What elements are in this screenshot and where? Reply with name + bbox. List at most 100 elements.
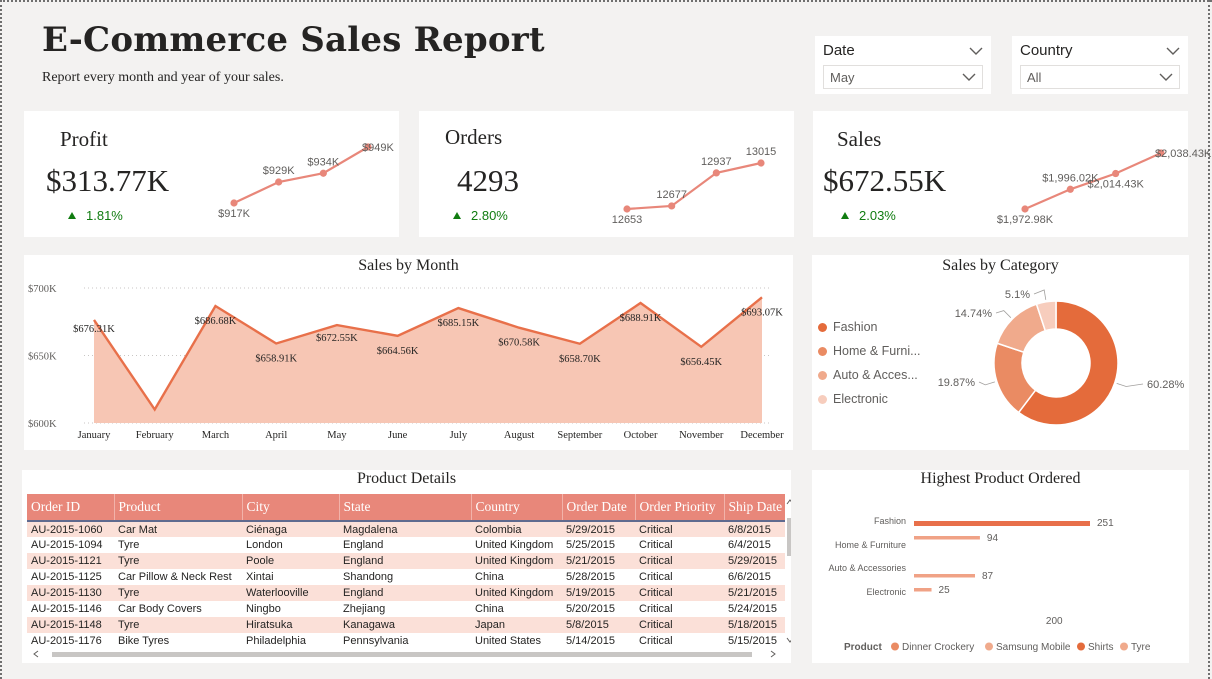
x-tick-label: April xyxy=(265,430,287,441)
table-row[interactable]: AU-2015-1146 Car Body Covers Ningbo Zhejian… xyxy=(27,601,785,617)
data-label: $656.45K xyxy=(680,357,722,368)
table-body: AU-2015-1060 Car Mat Ciénaga Magdalena Colom… xyxy=(27,521,785,649)
column-header[interactable]: Ship Date xyxy=(723,494,785,522)
date-dropdown-value: May xyxy=(830,69,855,85)
table-cell: 5/20/2015 xyxy=(566,603,615,615)
sparkline-line xyxy=(233,146,369,204)
highest-product-panel[interactable]: Highest Product Ordered Fashion Home & Fu… xyxy=(812,470,1189,663)
report-title: E-Commerce Sales Report xyxy=(42,20,545,60)
table-cell: Ningbo xyxy=(246,603,281,615)
horizontal-scrollbar[interactable] xyxy=(32,650,777,658)
x-tick-label: 200 xyxy=(1046,616,1063,627)
y-tick-label: $700K xyxy=(28,284,57,295)
sparkline-point xyxy=(757,159,765,167)
table-cell: United Kingdom xyxy=(471,585,562,601)
sparkline-label: $934K xyxy=(307,156,339,168)
sales-by-month-panel[interactable]: Sales by Month $700K $650K $600K $676.31K Ja… xyxy=(24,255,793,450)
column-header[interactable]: Order Date xyxy=(561,494,635,522)
table-cell: 5/8/2015 xyxy=(562,617,635,633)
sales-by-category-panel[interactable]: Sales by Category Fashion Home & Furni...… xyxy=(812,255,1189,450)
data-label: $686.68K xyxy=(195,316,237,327)
table-cell: 5/21/2015 xyxy=(562,553,635,569)
scroll-left-icon[interactable] xyxy=(32,650,40,658)
x-tick-label: September xyxy=(557,430,602,441)
table-cell: Tyre xyxy=(114,617,242,633)
table-cell: AU-2015-1176 xyxy=(31,635,102,647)
country-slicer[interactable]: Country All xyxy=(1012,36,1188,94)
table-cell: England xyxy=(339,585,471,601)
column-header[interactable]: State xyxy=(338,494,471,522)
profit-card[interactable]: Profit $313.77K 1.81% $917K $929K $934K $94… xyxy=(24,111,399,237)
table-row[interactable]: AU-2015-1060 Car Mat Ciénaga Magdalena Colom… xyxy=(27,521,785,537)
column-header[interactable]: City xyxy=(241,494,339,522)
scroll-down-icon[interactable] xyxy=(786,636,791,644)
chevron-down-icon[interactable] xyxy=(962,72,976,82)
sales-by-month-chart: $700K $650K $600K $676.31K January February $6… xyxy=(28,284,784,441)
legend-label: Shirts xyxy=(1088,642,1114,653)
data-label: $688.91K xyxy=(620,313,662,324)
table-cell: Tyre xyxy=(114,585,242,601)
scroll-up-icon[interactable] xyxy=(786,498,791,506)
sales-card[interactable]: Sales $672.55K 2.03% $1,972.98K $1,996.02… xyxy=(813,111,1212,237)
product-details-panel[interactable]: Product Details Order ID Product City State… xyxy=(22,470,791,663)
table-cell: 6/6/2015 xyxy=(728,571,771,583)
vertical-scrollbar[interactable] xyxy=(786,498,791,648)
product-details-table[interactable]: Order ID Product City State Country Order Dat… xyxy=(27,494,785,649)
chevron-down-icon[interactable] xyxy=(1166,46,1180,56)
table-cell: Shandong xyxy=(343,571,394,583)
legend-label: Dinner Crockery xyxy=(902,642,974,653)
legend-label: Samsung Mobile xyxy=(996,642,1071,653)
chevron-down-icon[interactable] xyxy=(969,46,983,56)
table-row[interactable]: AU-2015-1130 Tyre Waterlooville England Unit… xyxy=(27,585,785,601)
table-row[interactable]: AU-2015-1125 Car Pillow & Neck Rest Xintai… xyxy=(27,569,785,585)
sparkline-point xyxy=(712,169,720,177)
date-dropdown[interactable]: May xyxy=(823,65,983,89)
legend-marker xyxy=(1120,642,1128,651)
table-cell: AU-2015-1094 xyxy=(31,539,103,551)
table-cell: 5/18/2015 xyxy=(724,617,785,633)
column-header[interactable]: Order ID xyxy=(27,494,114,522)
orders-card[interactable]: Orders 4293 2.80% 12653 12677 12937 13015 xyxy=(419,111,794,237)
data-label: $658.70K xyxy=(559,354,601,365)
sparkline-label: $1,972.98K xyxy=(997,214,1054,226)
profit-sparkline: $917K $929K $934K $949K xyxy=(218,142,394,220)
table-cell: 6/4/2015 xyxy=(728,539,771,551)
chevron-down-icon[interactable] xyxy=(1159,72,1173,82)
column-header[interactable]: Country xyxy=(470,494,562,522)
sparkline-point xyxy=(1066,185,1074,193)
table-cell: AU-2015-1130 xyxy=(27,585,114,601)
date-slicer[interactable]: Date May xyxy=(815,36,991,94)
sparkline-label: $2,014.43K xyxy=(1088,179,1145,191)
table-cell: Poole xyxy=(242,553,339,569)
slice-label: 14.74% xyxy=(955,308,993,320)
sparkline-label: $929K xyxy=(263,165,295,177)
slice-leader-line xyxy=(1116,382,1144,387)
country-dropdown[interactable]: All xyxy=(1020,65,1180,89)
horizontal-scroll-thumb[interactable] xyxy=(52,652,752,657)
sales-by-category-donut: 60.28% 19.87% 14.74% 5.1% xyxy=(938,289,1185,426)
x-tick-label: July xyxy=(450,430,468,441)
table-cell: AU-2015-1148 xyxy=(27,617,114,633)
slice-leader-line xyxy=(1033,289,1047,300)
column-header[interactable]: Product xyxy=(113,494,242,522)
bar-value-label: 25 xyxy=(939,585,951,596)
table-cell: 5/21/2015 xyxy=(724,585,785,601)
table-cell: Critical xyxy=(635,617,724,633)
table-cell: 5/19/2015 xyxy=(562,585,635,601)
date-slicer-header[interactable]: Date xyxy=(823,42,983,59)
country-slicer-header[interactable]: Country xyxy=(1020,42,1180,59)
vertical-scroll-thumb[interactable] xyxy=(787,518,791,556)
table-row[interactable]: AU-2015-1176 Bike Tyres Philadelphia Pennsy… xyxy=(27,633,785,649)
legend-marker xyxy=(891,642,899,651)
table-cell: AU-2015-1060 xyxy=(27,521,114,537)
sparkline-label: $2,038.43K xyxy=(1155,148,1212,160)
table-row[interactable]: AU-2015-1094 Tyre London England United King… xyxy=(27,537,785,553)
bar-category-label: Auto & Accessories xyxy=(828,563,906,573)
sparkline-point xyxy=(1112,169,1120,178)
scroll-right-icon[interactable] xyxy=(769,650,777,658)
table-cell: Kanagawa xyxy=(339,617,471,633)
column-header[interactable]: Order Priority xyxy=(634,494,724,522)
table-row[interactable]: AU-2015-1121 Tyre Poole England United Kingd… xyxy=(27,553,785,569)
table-row[interactable]: AU-2015-1148 Tyre Hiratsuka Kanagawa Japan 5/… xyxy=(27,617,785,633)
canvas-border-right xyxy=(1208,0,1210,679)
